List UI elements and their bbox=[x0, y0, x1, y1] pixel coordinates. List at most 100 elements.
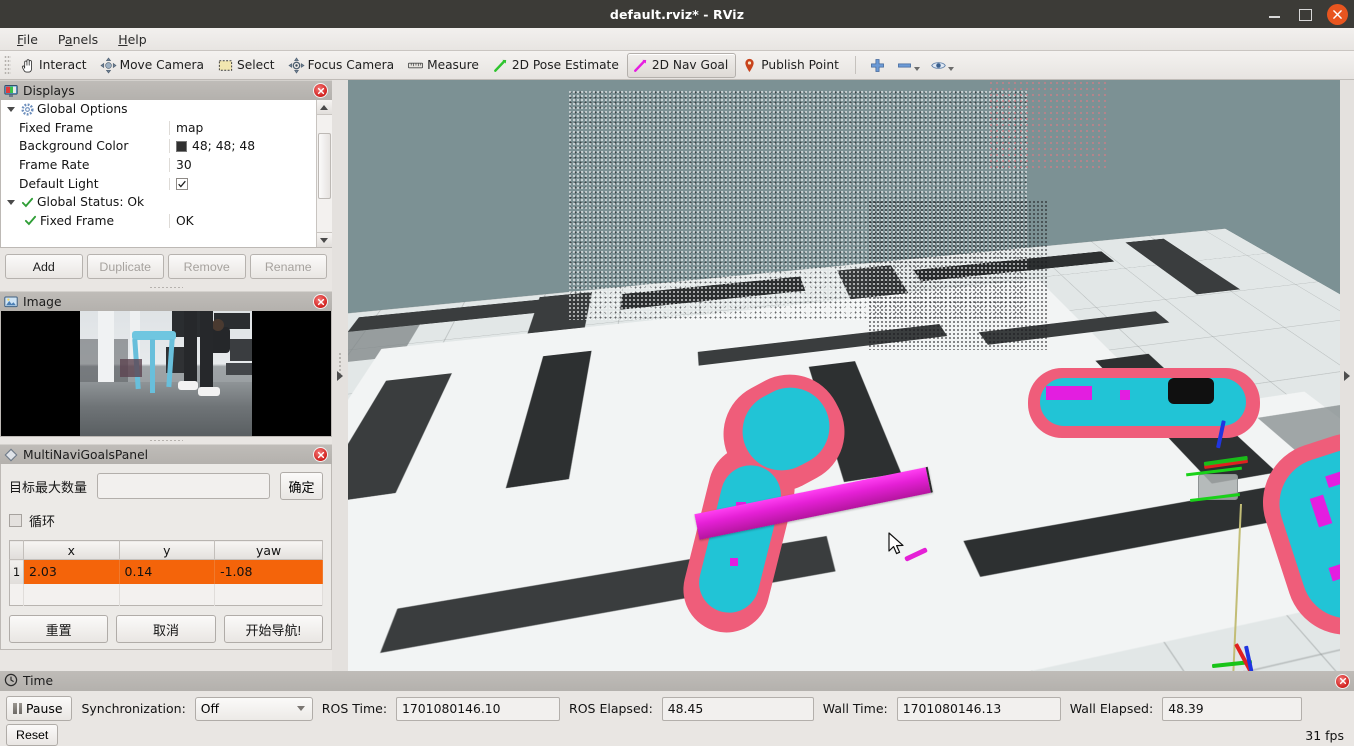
default-light-checkbox[interactable] bbox=[176, 177, 188, 190]
loop-checkbox[interactable] bbox=[9, 514, 22, 527]
tree-row-global-options[interactable]: Global Options bbox=[1, 100, 316, 119]
tool-2d-pose-estimate[interactable]: 2D Pose Estimate bbox=[487, 53, 627, 78]
scroll-track[interactable] bbox=[316, 115, 332, 232]
wall-time-field[interactable]: 1701080146.13 bbox=[896, 696, 1061, 721]
wall-elapsed-field[interactable]: 48.39 bbox=[1162, 696, 1303, 721]
toolbar-grip[interactable] bbox=[4, 55, 11, 75]
point-cloud-display-2 bbox=[868, 200, 1048, 350]
reset-button[interactable]: Reset bbox=[6, 724, 59, 746]
cell-y[interactable]: 0.14 bbox=[119, 559, 216, 584]
mouse-cursor bbox=[888, 532, 906, 561]
ros-time-field[interactable]: 1701080146.10 bbox=[396, 696, 561, 721]
diamond-icon bbox=[4, 448, 18, 462]
twisty-icon-2[interactable] bbox=[5, 199, 17, 205]
tool-2d-nav-goal[interactable]: 2D Nav Goal bbox=[626, 52, 737, 78]
render-view-3d[interactable]: odom map bbox=[348, 80, 1340, 671]
clock-icon bbox=[4, 673, 18, 690]
twisty-icon[interactable] bbox=[5, 106, 17, 112]
tree-row-default-light[interactable]: Default Light bbox=[1, 174, 316, 193]
add-tool-icon[interactable] bbox=[864, 55, 891, 76]
tree-row-background-color[interactable]: Background Color 48; 48; 48 bbox=[1, 137, 316, 156]
cell-yaw[interactable]: -1.08 bbox=[214, 559, 323, 584]
menu-file[interactable]: File bbox=[8, 30, 47, 49]
scroll-up-icon[interactable] bbox=[316, 100, 332, 115]
close-image-panel-icon[interactable] bbox=[313, 294, 328, 309]
pause-button[interactable]: Pause bbox=[6, 696, 73, 721]
maximize-icon[interactable] bbox=[1297, 6, 1313, 22]
add-display-button[interactable]: Add bbox=[5, 254, 83, 279]
tree-label-global-status: Global Status: Ok bbox=[37, 195, 145, 210]
tool-focus-camera-label: Focus Camera bbox=[307, 58, 395, 72]
duplicate-display-button[interactable]: Duplicate bbox=[86, 254, 164, 279]
scroll-thumb[interactable] bbox=[317, 133, 331, 199]
menu-bar: File Panels Help bbox=[0, 28, 1354, 51]
confirm-button[interactable]: 确定 bbox=[280, 472, 323, 500]
remove-tool-button[interactable] bbox=[891, 55, 925, 76]
time-panel-title: Time bbox=[0, 671, 1354, 691]
tree-row-global-status[interactable]: Global Status: Ok bbox=[1, 193, 316, 212]
column-header-yaw[interactable]: yaw bbox=[214, 540, 323, 560]
tree-row-fixed-frame[interactable]: Fixed Frame map bbox=[1, 119, 316, 138]
rename-display-button[interactable]: Rename bbox=[249, 254, 327, 279]
row-index: 1 bbox=[9, 559, 24, 584]
max-goals-input[interactable] bbox=[97, 473, 271, 499]
start-navigation-button[interactable]: 开始导航! bbox=[223, 615, 323, 643]
displays-title-label: Displays bbox=[23, 83, 75, 98]
chevron-down-icon bbox=[913, 67, 920, 71]
column-header-x[interactable]: x bbox=[23, 540, 120, 560]
menu-help[interactable]: Help bbox=[109, 30, 156, 49]
collapse-left-arrow-icon[interactable] bbox=[337, 370, 343, 381]
max-goals-row: 目标最大数量 确定 bbox=[9, 472, 323, 500]
ros-time-label: ROS Time: bbox=[321, 701, 388, 716]
cancel-goals-button[interactable]: 取消 bbox=[116, 615, 216, 643]
tree-value-frame-rate[interactable]: 30 bbox=[176, 158, 192, 172]
menu-panels[interactable]: Panels bbox=[49, 30, 107, 49]
close-time-panel-icon[interactable] bbox=[1335, 673, 1350, 689]
left-dock-splitter[interactable] bbox=[332, 80, 348, 671]
tool-focus-camera[interactable]: Focus Camera bbox=[283, 53, 403, 78]
tool-2d-pose-estimate-label: 2D Pose Estimate bbox=[511, 58, 619, 72]
tree-label-frame-rate: Frame Rate bbox=[19, 158, 90, 173]
displays-scrollbar[interactable] bbox=[316, 100, 332, 247]
right-dock-splitter[interactable] bbox=[1340, 80, 1354, 671]
tool-interact[interactable]: Interact bbox=[14, 53, 95, 78]
close-icon[interactable] bbox=[1327, 3, 1348, 25]
synchronization-label: Synchronization: bbox=[81, 701, 186, 716]
collapse-right-arrow-icon[interactable] bbox=[1344, 370, 1350, 381]
tool-move-camera[interactable]: Move Camera bbox=[95, 53, 212, 78]
tree-row-frame-rate[interactable]: Frame Rate 30 bbox=[1, 156, 316, 175]
max-goals-label: 目标最大数量 bbox=[9, 480, 88, 496]
tool-properties-button[interactable] bbox=[925, 55, 959, 76]
close-displays-panel-icon[interactable] bbox=[313, 83, 328, 98]
close-multinavi-panel-icon[interactable] bbox=[313, 447, 328, 462]
cell-x[interactable]: 2.03 bbox=[23, 559, 120, 584]
tool-publish-point-label: Publish Point bbox=[761, 58, 839, 72]
panel-splitter-handle-1[interactable] bbox=[0, 284, 332, 291]
tool-2d-nav-goal-label: 2D Nav Goal bbox=[651, 58, 729, 72]
remove-display-button[interactable]: Remove bbox=[168, 254, 246, 279]
window-title: default.rviz* - RViz bbox=[609, 6, 745, 22]
goals-table[interactable]: x y yaw 1 2.03 0.14 -1.08 bbox=[9, 540, 323, 606]
loop-checkbox-row[interactable]: 循环 bbox=[9, 511, 323, 530]
time-panel: Time Pause Synchronization: Off ROS Time… bbox=[0, 671, 1354, 746]
tool-measure[interactable]: Measure bbox=[402, 53, 487, 78]
table-row[interactable]: 1 2.03 0.14 -1.08 bbox=[9, 559, 323, 584]
column-header-y[interactable]: y bbox=[119, 540, 216, 560]
reset-goals-button[interactable]: 重置 bbox=[9, 615, 109, 643]
ros-elapsed-field[interactable]: 48.45 bbox=[661, 696, 814, 721]
tool-select[interactable]: Select bbox=[212, 53, 283, 78]
multinavi-buttons: 重置 取消 开始导航! bbox=[9, 615, 323, 643]
camera-image-view[interactable] bbox=[0, 311, 332, 437]
tree-value-fixed-frame[interactable]: map bbox=[176, 121, 203, 135]
tree-row-status-fixed-frame[interactable]: Fixed Frame OK bbox=[1, 212, 316, 231]
synchronization-select[interactable]: Off bbox=[194, 696, 313, 721]
color-swatch[interactable] bbox=[176, 140, 187, 152]
scroll-down-icon[interactable] bbox=[316, 232, 332, 247]
displays-tree[interactable]: Global Options Fixed Frame map Backgroun… bbox=[1, 100, 316, 247]
tool-publish-point[interactable]: Publish Point bbox=[736, 53, 847, 78]
tree-label-background-color: Background Color bbox=[19, 139, 129, 154]
nav-goal-arrow-icon bbox=[632, 57, 649, 74]
panel-splitter-handle-2[interactable] bbox=[0, 437, 332, 444]
minimize-icon[interactable] bbox=[1267, 6, 1283, 22]
check-icon bbox=[20, 195, 34, 209]
